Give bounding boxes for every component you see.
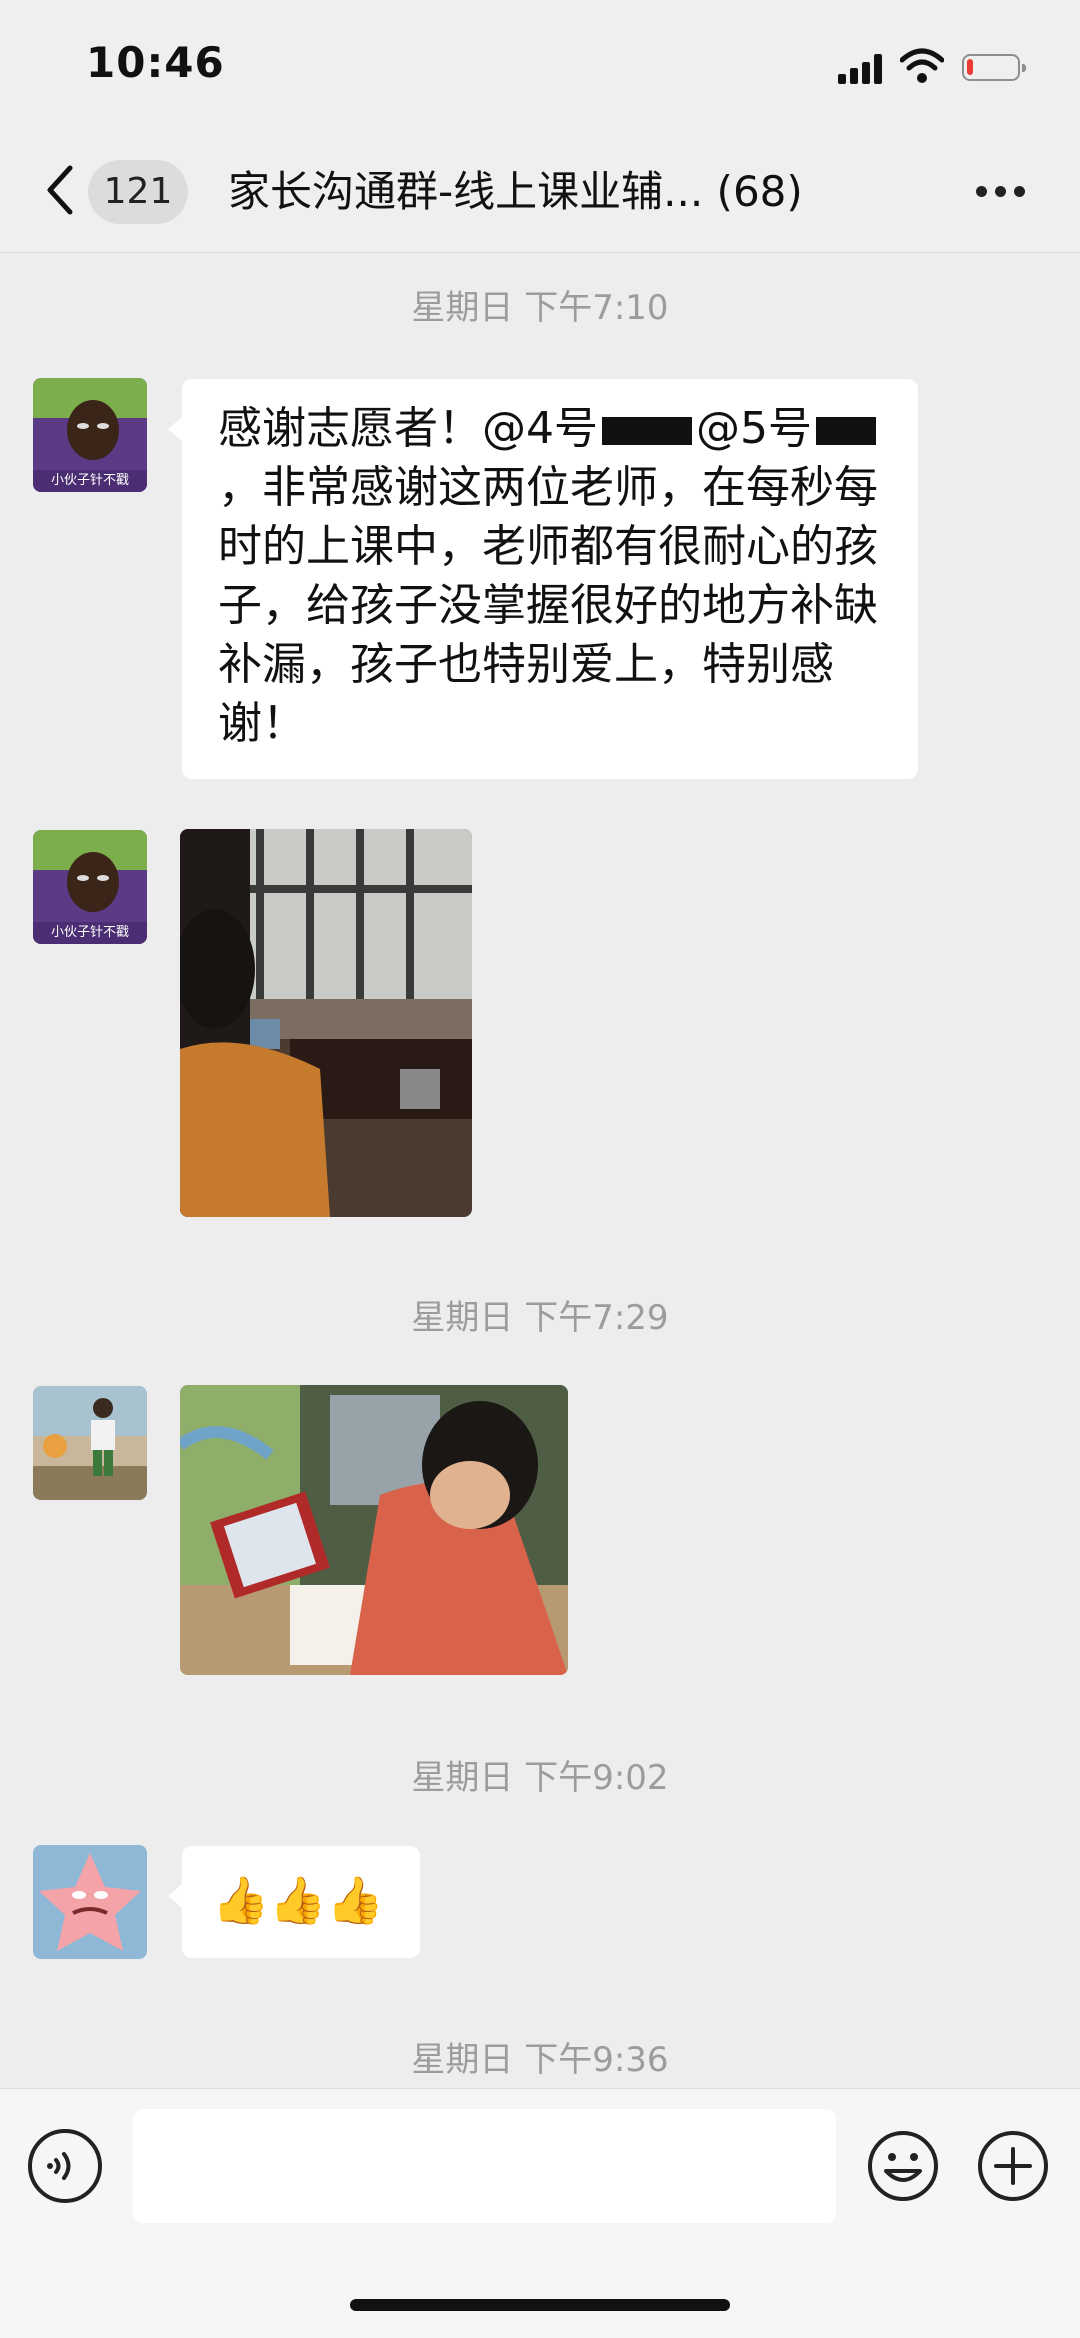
wifi-icon (900, 48, 944, 83)
chat-title[interactable]: 家长沟通群-线上课业辅... (68) (228, 160, 918, 224)
avatar[interactable]: 小伙子针不戳 (33, 830, 147, 944)
message-emoji: 👍👍👍 (212, 1873, 384, 1927)
message-timestamp: 星期日 下午9:36 (411, 2040, 669, 2080)
avatar[interactable] (33, 1386, 147, 1500)
status-time: 10:46 (86, 38, 225, 87)
svg-text:小伙子针不戳: 小伙子针不戳 (51, 925, 129, 940)
plus-icon[interactable] (976, 2129, 1050, 2203)
svg-text:小伙子针不戳: 小伙子针不戳 (51, 473, 129, 488)
voice-icon[interactable] (28, 2129, 102, 2203)
message-bubble[interactable]: 👍👍👍 (168, 1846, 420, 1958)
message-text: 感谢志愿者！@4号 @5号，非常感谢这两位老师，在每秒每时的上课中，老师都有很耐心… (218, 403, 878, 749)
more-icon[interactable] (970, 182, 1030, 202)
chevron-left-icon[interactable] (40, 160, 80, 220)
message-timestamp: 星期日 下午7:10 (411, 288, 669, 328)
signal-icon (838, 54, 890, 84)
home-indicator (350, 2299, 730, 2311)
message-input[interactable] (133, 2109, 836, 2223)
chat-header: 121 家长沟通群-线上课业辅... (68) (0, 130, 1080, 253)
photo-message[interactable] (180, 829, 472, 1217)
battery-icon (962, 54, 1026, 81)
message-timestamp: 星期日 下午9:02 (411, 1758, 669, 1798)
unread-count-badge[interactable]: 121 (88, 160, 188, 224)
emoji-icon[interactable] (866, 2129, 940, 2203)
message-bubble[interactable]: 感谢志愿者！@4号 @5号，非常感谢这两位老师，在每秒每时的上课中，老师都有很耐心… (168, 379, 918, 779)
photo-message[interactable] (180, 1385, 568, 1675)
input-bar (0, 2088, 1080, 2338)
avatar[interactable]: 小伙子针不戳 (33, 378, 147, 492)
status-bar: 10:46 (0, 0, 1080, 130)
avatar[interactable] (33, 1845, 147, 1959)
message-timestamp: 星期日 下午7:29 (411, 1298, 669, 1338)
